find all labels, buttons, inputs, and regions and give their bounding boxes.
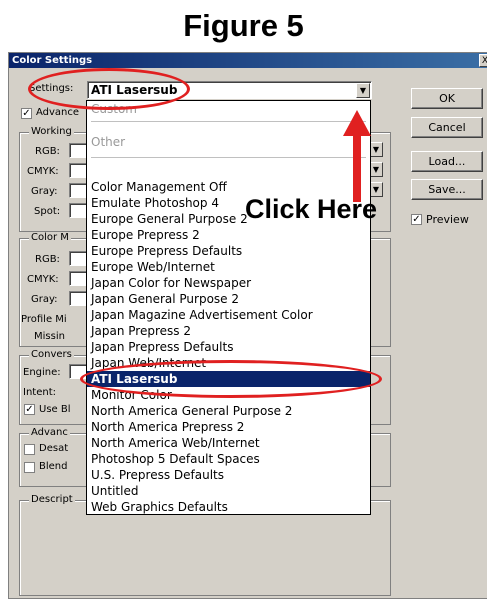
gray-policy-label: Gray: [31, 294, 58, 305]
desaturate-label: Desat [39, 443, 69, 454]
list-item[interactable]: North America Prepress 2 [87, 419, 370, 435]
red-arrow-icon [343, 110, 371, 202]
dialog-titlebar: Color Settings [9, 53, 487, 68]
use-black-point-checkbox[interactable]: ✓ [24, 404, 35, 415]
blend-checkbox[interactable] [24, 462, 35, 473]
list-item[interactable]: Untitled [87, 483, 370, 499]
list-item[interactable]: Japan General Purpose 2 [87, 291, 370, 307]
cancel-button[interactable]: Cancel [411, 117, 483, 138]
list-item[interactable]: Other [87, 134, 370, 150]
rgb-label: RGB: [35, 146, 60, 157]
close-button[interactable]: X [479, 54, 487, 67]
engine-label: Engine: [23, 367, 61, 378]
desaturate-checkbox[interactable] [24, 444, 35, 455]
list-item[interactable]: Europe Web/Internet [87, 259, 370, 275]
spot-label: Spot: [34, 206, 61, 217]
figure-title: Figure 5 [183, 8, 304, 43]
list-item[interactable]: Japan Color for Newspaper [87, 275, 370, 291]
list-item[interactable]: North America Web/Internet [87, 435, 370, 451]
blend-label: Blend [39, 461, 68, 472]
save-button[interactable]: Save... [411, 179, 483, 200]
list-separator [91, 121, 366, 122]
settings-dropdown-list[interactable]: Custom Other Color Management Off Emulat… [86, 100, 371, 515]
list-separator [91, 157, 366, 158]
settings-highlight-oval [28, 68, 190, 110]
cmyk-policy-label: CMYK: [27, 274, 59, 285]
load-button[interactable]: Load... [411, 151, 483, 172]
working-spaces-title: Working [29, 126, 74, 137]
advanced-label: Advance [36, 107, 80, 118]
list-item[interactable]: Color Management Off [87, 179, 370, 195]
missing-profiles-label: Missin [34, 331, 65, 342]
advanced-checkbox[interactable]: ✓ [21, 108, 32, 119]
description-title: Descript [29, 494, 75, 505]
list-item[interactable]: U.S. Prepress Defaults [87, 467, 370, 483]
profile-mismatch-label: Profile Mi [21, 314, 67, 325]
gray-label: Gray: [31, 186, 58, 197]
click-here-callout: Click Here [245, 194, 378, 224]
preview-checkbox[interactable]: ✓ [411, 214, 422, 225]
list-item[interactable]: Japan Magazine Advertisement Color [87, 307, 370, 323]
cmyk-label: CMYK: [27, 166, 59, 177]
list-item[interactable]: Japan Prepress 2 [87, 323, 370, 339]
list-item[interactable]: Europe Prepress 2 [87, 227, 370, 243]
settings-dropdown-arrow-icon[interactable]: ▼ [356, 83, 370, 98]
list-item[interactable]: Japan Prepress Defaults [87, 339, 370, 355]
list-item[interactable]: North America General Purpose 2 [87, 403, 370, 419]
selection-highlight-oval [80, 360, 382, 398]
list-item[interactable]: Web Graphics Defaults [87, 499, 370, 515]
list-item[interactable]: Europe Prepress Defaults [87, 243, 370, 259]
list-item[interactable]: Photoshop 5 Default Spaces [87, 451, 370, 467]
use-black-point-label: Use Bl [39, 404, 71, 415]
ok-button[interactable]: OK [411, 88, 483, 109]
dialog-title: Color Settings [12, 55, 93, 66]
conversion-title: Convers [29, 349, 74, 360]
advanced-controls-title: Advanc [29, 427, 70, 438]
color-management-title: Color M [29, 232, 71, 243]
rgb-policy-label: RGB: [35, 254, 60, 265]
preview-label: Preview [426, 213, 469, 226]
intent-label: Intent: [23, 387, 56, 398]
